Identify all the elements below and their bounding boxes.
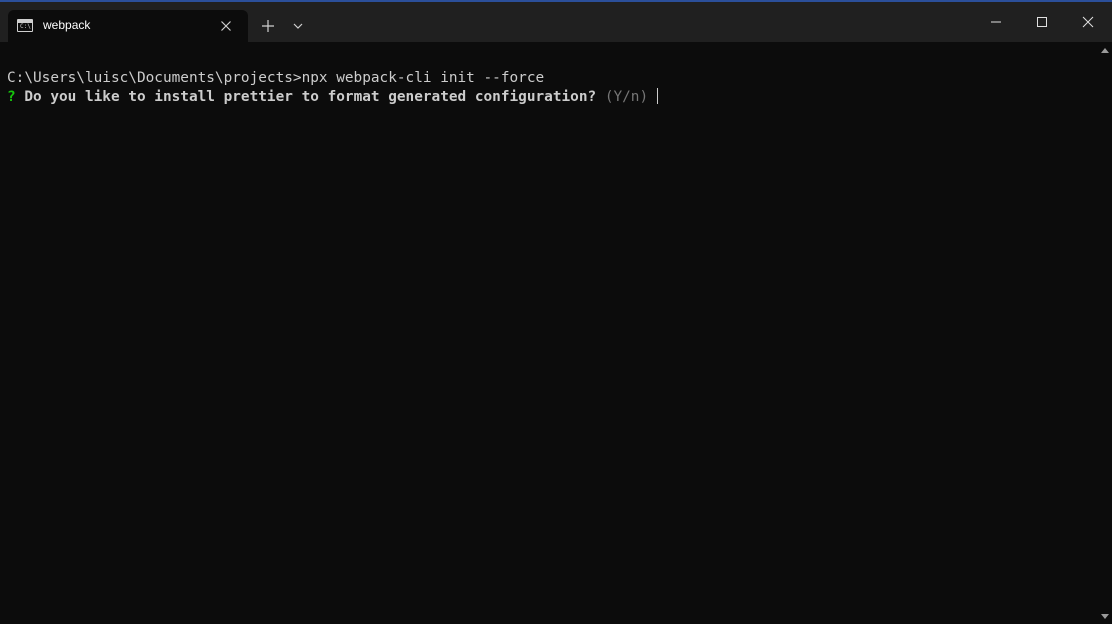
tab-webpack[interactable]: C:\ webpack <box>8 10 248 42</box>
scrollbar[interactable] <box>1098 42 1112 624</box>
question-marker: ? <box>7 89 16 105</box>
scroll-down-arrow-icon[interactable] <box>1101 614 1109 619</box>
titlebar[interactable]: C:\ webpack <box>0 2 1112 42</box>
tab-title: webpack <box>43 18 91 32</box>
plus-icon[interactable] <box>258 16 278 36</box>
question-hint: (Y/n) <box>596 89 657 105</box>
maximize-icon[interactable] <box>1032 12 1052 32</box>
chevron-down-icon[interactable] <box>289 16 307 36</box>
text-cursor[interactable] <box>656 88 658 104</box>
minimize-icon[interactable] <box>986 12 1006 32</box>
terminal-output[interactable]: C:\Users\luisc\Documents\projects>npx we… <box>0 42 1098 624</box>
terminal-icon: C:\ <box>17 19 33 32</box>
close-icon[interactable] <box>1078 12 1098 32</box>
terminal-window: C:\ webpack C:\Users\luisc\Documents\pro… <box>0 0 1112 624</box>
question-text: Do you like to install prettier to forma… <box>15 89 597 105</box>
prompt-line: ? Do you like to install prettier to for… <box>7 88 658 107</box>
scroll-up-arrow-icon[interactable] <box>1101 48 1109 53</box>
tab-close-icon[interactable] <box>218 18 234 34</box>
command-line: C:\Users\luisc\Documents\projects>npx we… <box>7 70 545 86</box>
